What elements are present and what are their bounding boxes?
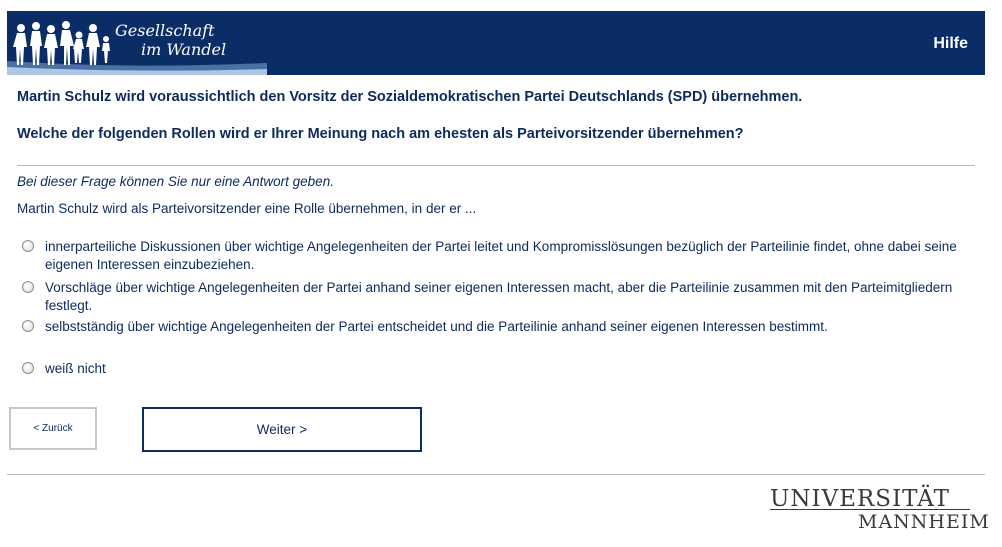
radio-option-2[interactable] [22, 281, 34, 293]
divider-top [17, 165, 975, 166]
logo-line-2: im Wandel [141, 40, 227, 59]
university-logo-line-1: UNIVERSITÄT [770, 486, 950, 512]
question-prompt: Welche der folgenden Rollen wird er Ihre… [17, 126, 744, 142]
option-2-label[interactable]: Vorschläge über wichtige Angelegenheiten… [45, 279, 975, 315]
answer-intro: Martin Schulz wird als Parteivorsitzende… [17, 201, 477, 216]
radio-option-1[interactable] [22, 240, 34, 252]
university-logo: UNIVERSITÄT MANNHEIM [770, 487, 990, 533]
next-button[interactable]: Weiter > [142, 407, 422, 452]
answer-hint: Bei dieser Frage können Sie nur eine Ant… [17, 174, 334, 189]
radio-option-3[interactable] [22, 320, 34, 332]
radio-option-dont-know[interactable] [22, 362, 34, 374]
university-logo-line-2: MANNHEIM [858, 511, 990, 533]
option-1-label[interactable]: innerparteiliche Diskussionen über wicht… [45, 238, 975, 274]
logo-line-1: Gesellschaft [115, 21, 215, 40]
option-dont-know-label[interactable]: weiß nicht [45, 360, 975, 378]
question-statement: Martin Schulz wird voraussichtlich den V… [17, 89, 803, 105]
option-3-label[interactable]: selbstständig über wichtige Angelegenhei… [45, 318, 975, 336]
back-button[interactable]: < Zurück [9, 407, 97, 450]
divider-bottom [7, 474, 985, 475]
logo-text: Gesellschaft im Wandel [115, 21, 226, 59]
header-banner: Gesellschaft im Wandel Hilfe [7, 11, 985, 75]
help-link[interactable]: Hilfe [933, 35, 968, 53]
university-logo-rule [770, 509, 970, 510]
